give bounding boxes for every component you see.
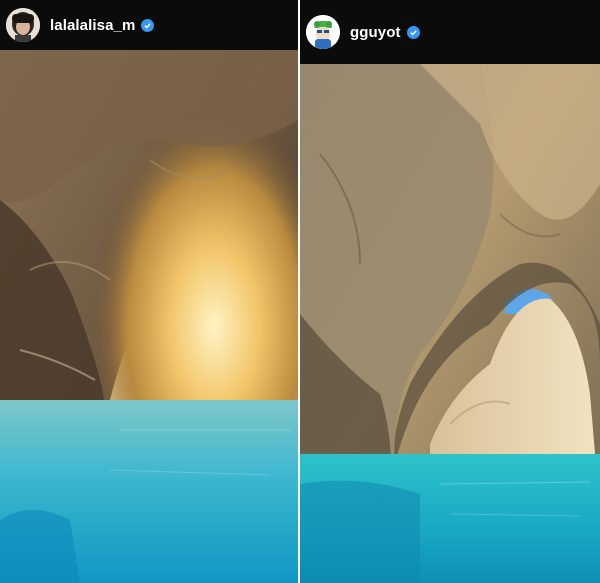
profile-photo-icon bbox=[6, 8, 40, 42]
cartoon-face-icon bbox=[306, 15, 340, 49]
username[interactable]: lalalalisa_m bbox=[50, 17, 135, 34]
sea-cave-photo bbox=[0, 50, 298, 583]
rock-arch-photo bbox=[300, 64, 600, 583]
cartoon-avatar[interactable] bbox=[306, 15, 340, 49]
post-header: gguyot bbox=[300, 0, 600, 64]
post-header: lalalalisa_m bbox=[0, 0, 298, 50]
verified-badge-icon bbox=[141, 18, 155, 32]
profile-avatar[interactable] bbox=[6, 8, 40, 42]
verified-badge-icon bbox=[406, 25, 420, 39]
post-left: lalalalisa_m bbox=[0, 0, 298, 583]
username[interactable]: gguyot bbox=[350, 24, 401, 41]
post-right: gguyot bbox=[300, 0, 600, 583]
